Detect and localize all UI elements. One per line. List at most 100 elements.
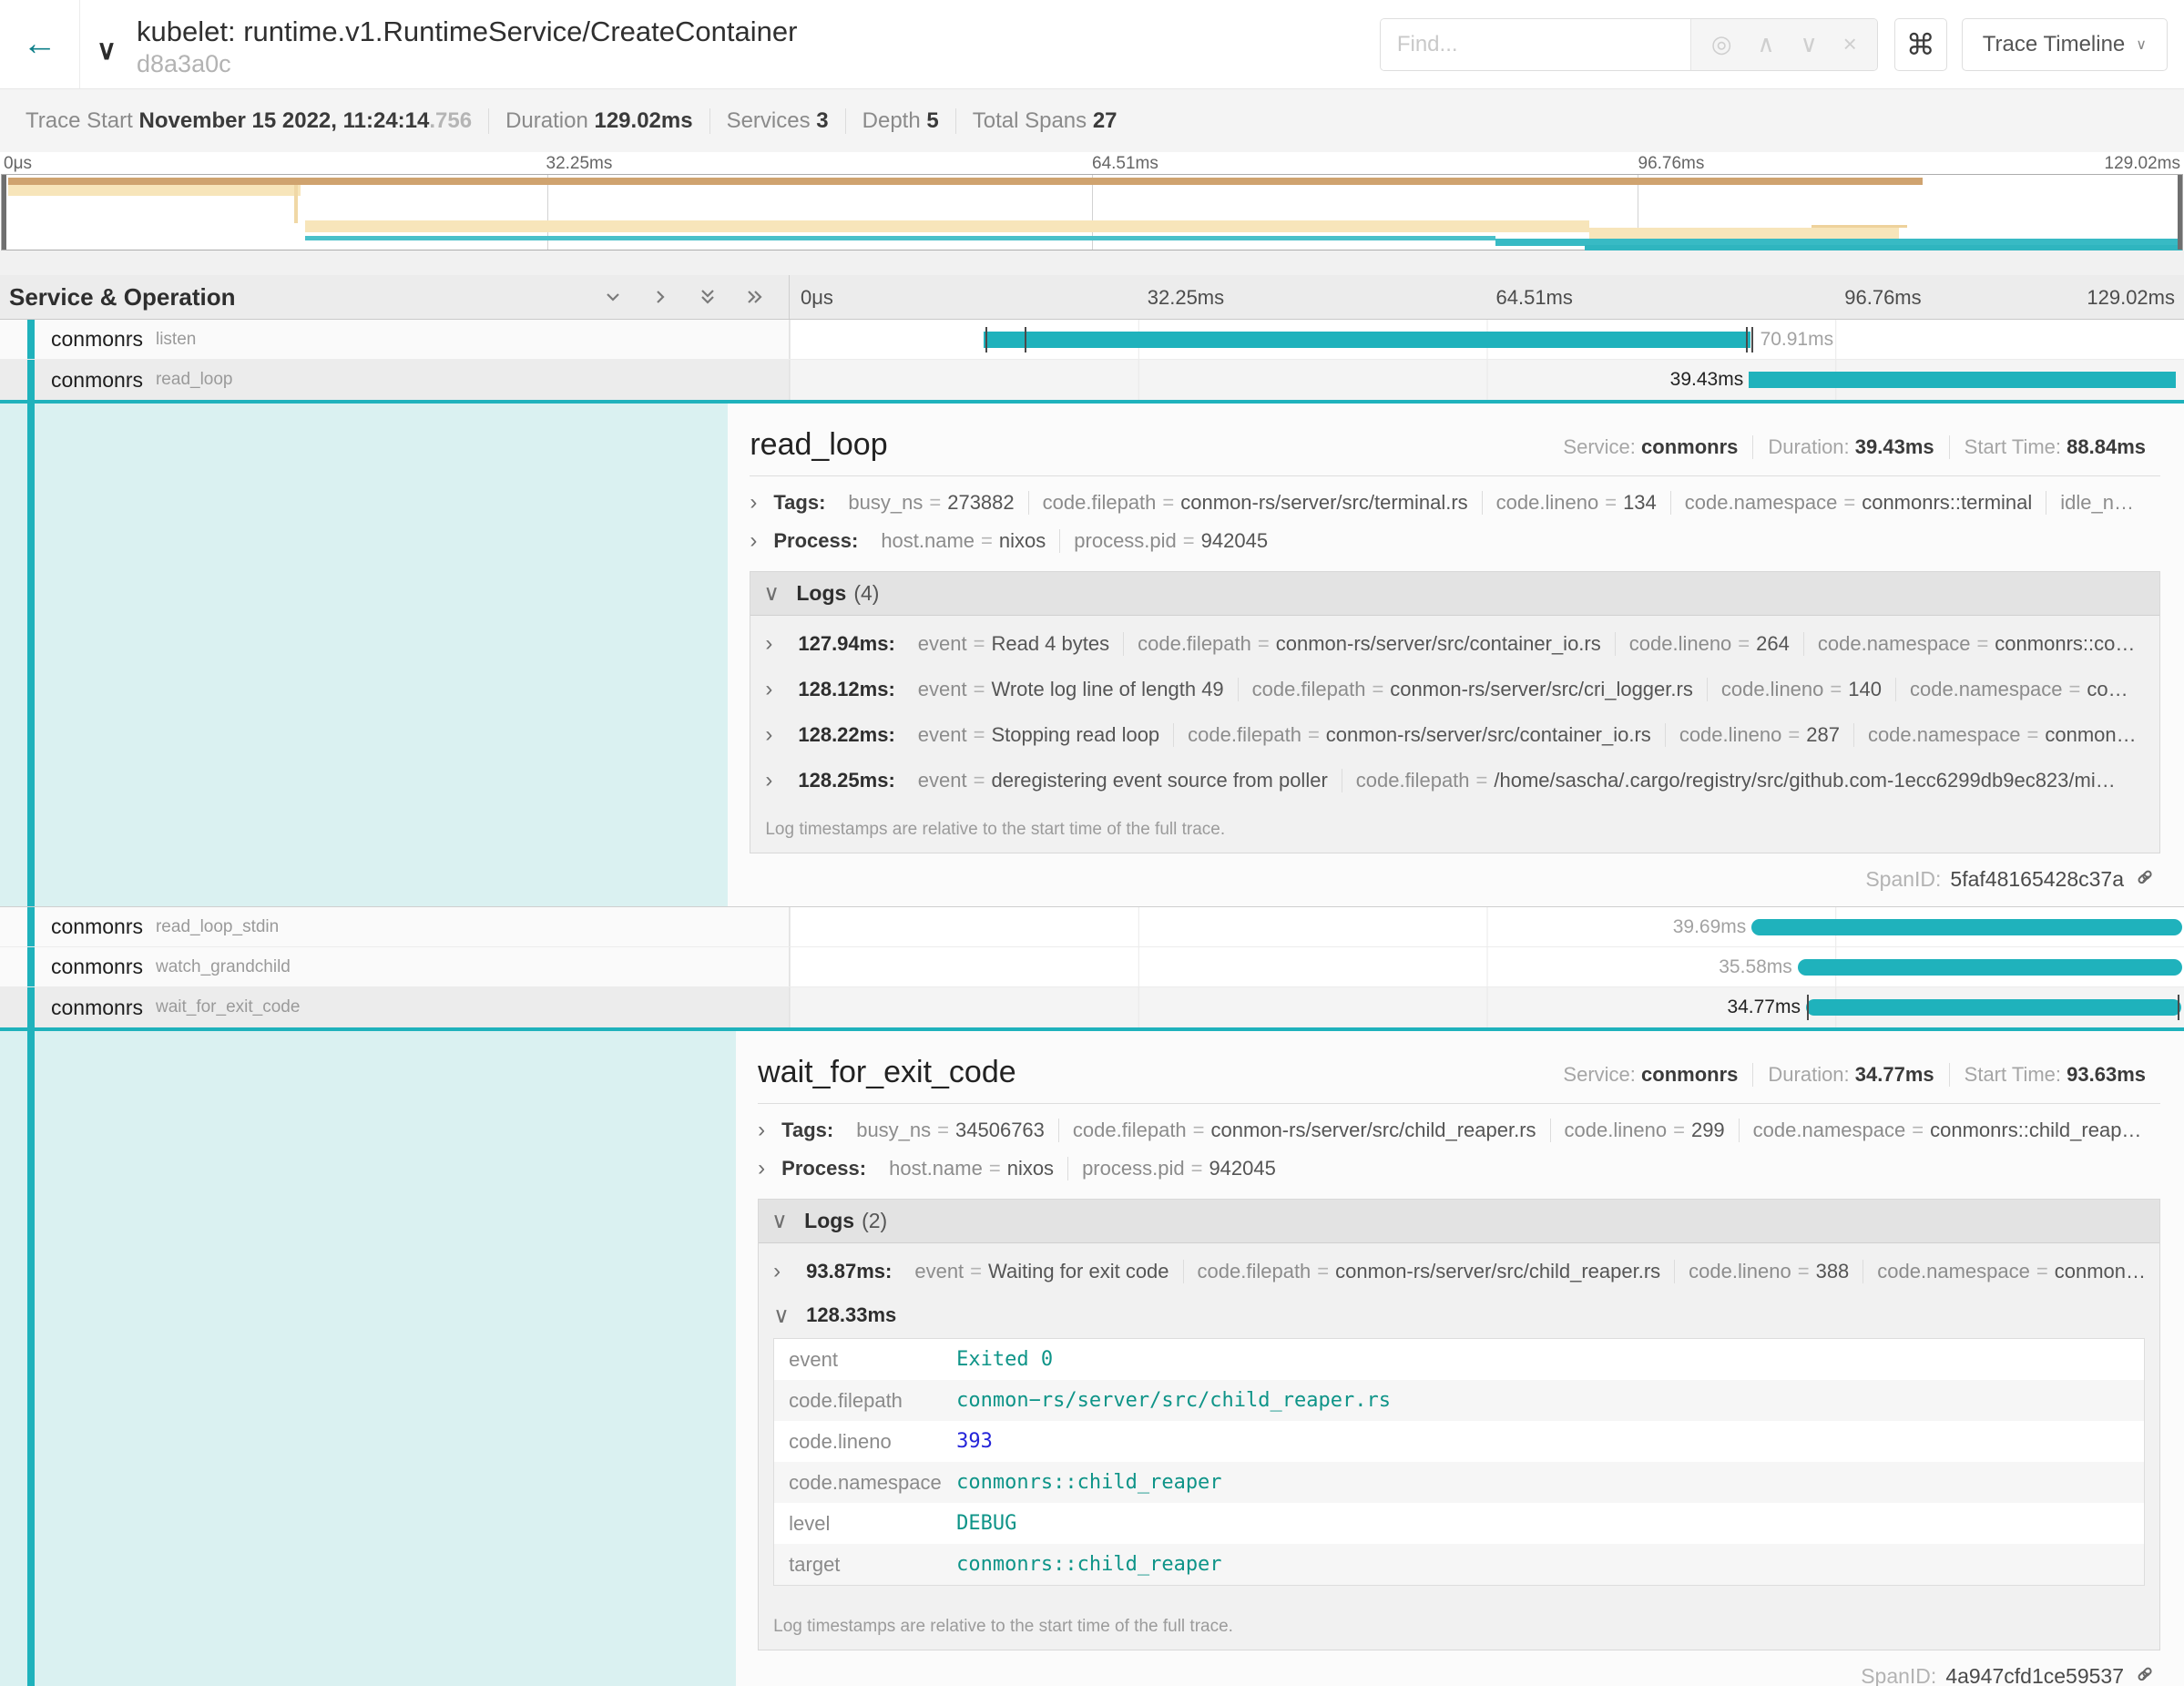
process-label: Process:	[781, 1157, 866, 1180]
span-name-cell[interactable]: conmonrs listen	[0, 320, 790, 359]
field-key: event	[774, 1348, 956, 1372]
command-icon: ⌘	[1906, 27, 1935, 62]
detail-header: read_loop Service: conmonrs Duration: 39…	[750, 404, 2160, 475]
tag-item: idle_n…	[2046, 491, 2160, 515]
chevron-right-icon[interactable]: ›	[750, 490, 773, 516]
chevron-down-icon: ∨	[2136, 36, 2147, 54]
span-name-cell[interactable]: conmonrs wait_for_exit_code	[0, 987, 790, 1027]
span-timeline-cell[interactable]: 39.43ms	[790, 360, 2184, 400]
expand-one-icon[interactable]	[650, 287, 670, 307]
span-row-read-loop[interactable]: conmonrs read_loop 39.43ms	[0, 360, 2184, 400]
span-name-cell[interactable]: conmonrs watch_grandchild	[0, 947, 790, 986]
detail-panel: wait_for_exit_code Service: conmonrs Dur…	[736, 1031, 2184, 1686]
logs-footnote: Log timestamps are relative to the start…	[759, 1602, 2159, 1650]
log-entry[interactable]: › 127.94ms: event=Read 4 bytescode.filep…	[750, 621, 2159, 667]
span-timeline-cell[interactable]: 34.77ms	[790, 987, 2184, 1027]
service-color-accent	[27, 320, 35, 359]
chevron-down-icon: ∨	[97, 35, 117, 66]
chevron-right-icon[interactable]: ›	[765, 677, 789, 702]
prev-match-icon[interactable]: ∧	[1758, 30, 1775, 58]
logs-body: › 127.94ms: event=Read 4 bytescode.filep…	[750, 616, 2159, 805]
next-match-icon[interactable]: ∨	[1801, 30, 1818, 58]
field-key: code.lineno	[774, 1430, 956, 1454]
service-color-accent	[27, 907, 35, 946]
find-input[interactable]	[1381, 19, 1690, 70]
span-bar[interactable]	[1806, 999, 2181, 1016]
log-marker	[1025, 327, 1026, 353]
back-button[interactable]: ←	[0, 0, 80, 88]
field-value: Exited 0	[956, 1348, 1053, 1371]
logs-label: Logs	[804, 1209, 854, 1233]
log-entry-expanded-header[interactable]: ∨ 128.33ms	[759, 1294, 2159, 1336]
minimap-ruler: 0μs 32.25ms 64.51ms 96.76ms 129.02ms	[0, 152, 2184, 174]
span-bar[interactable]	[1751, 919, 2182, 935]
service-color-accent	[27, 360, 35, 400]
deep-link-icon[interactable]	[2133, 1663, 2158, 1686]
log-field: code.lineno=264	[1615, 632, 1803, 656]
trace-duration: Duration 129.02ms	[488, 108, 709, 134]
chevron-right-icon[interactable]: ›	[765, 631, 789, 657]
field-value: conmonrs::child_reaper	[956, 1553, 1221, 1576]
trace-minimap[interactable]	[1, 174, 2183, 250]
span-bar[interactable]	[984, 332, 1750, 348]
minimap-span-bar	[8, 185, 301, 196]
process-item: process.pid=942045	[1067, 1157, 1290, 1180]
log-entry[interactable]: › 128.12ms: event=Wrote log line of leng…	[750, 667, 2159, 712]
minimap-span-bar	[1589, 228, 1899, 239]
ruler-tick: 64.51ms	[1092, 154, 1158, 174]
chevron-right-icon[interactable]: ›	[765, 722, 789, 748]
process-row[interactable]: › Process: host.name=nixosprocess.pid=94…	[750, 522, 2160, 560]
process-item: host.name=nixos	[867, 529, 1059, 553]
trace-depth: Depth 5	[845, 108, 955, 134]
span-row-listen[interactable]: conmonrs listen 70.91ms	[0, 320, 2184, 360]
detail-panel: read_loop Service: conmonrs Duration: 39…	[728, 404, 2184, 906]
page-title: kubelet: runtime.v1.RuntimeService/Creat…	[137, 15, 1380, 48]
span-bar[interactable]	[1798, 959, 2183, 976]
clear-find-icon[interactable]: ×	[1843, 30, 1857, 58]
table-row: code.namespace conmonrs::child_reaper	[774, 1462, 2144, 1503]
log-entry[interactable]: › 128.22ms: event=Stopping read loopcode…	[750, 712, 2159, 758]
trace-collapse-toggle[interactable]: ∨	[80, 35, 133, 66]
chevron-right-icon[interactable]: ›	[765, 768, 789, 793]
expand-all-icon[interactable]	[745, 287, 765, 307]
tick-label: 32.25ms	[1148, 286, 1224, 310]
focus-match-icon[interactable]: ◎	[1711, 30, 1732, 58]
collapse-one-icon[interactable]	[603, 287, 623, 307]
chevron-right-icon[interactable]: ›	[758, 1156, 781, 1181]
tag-item: code.filepath=conmon-rs/server/src/termi…	[1028, 491, 1482, 515]
deep-link-icon[interactable]	[2133, 866, 2158, 892]
field-key: level	[774, 1512, 956, 1536]
tags-row[interactable]: › Tags: busy_ns=34506763code.filepath=co…	[758, 1111, 2160, 1150]
collapse-all-icon[interactable]	[698, 287, 718, 307]
logs-section: ∨ Logs (4) › 127.94ms: event=Read 4 byte…	[750, 571, 2160, 853]
span-row-read-loop-stdin[interactable]: conmonrs read_loop_stdin 39.69ms	[0, 907, 2184, 947]
logs-header[interactable]: ∨ Logs (2)	[759, 1200, 2159, 1243]
detail-title: wait_for_exit_code	[758, 1055, 1016, 1090]
field-value: 393	[956, 1430, 993, 1453]
log-entry[interactable]: › 128.25ms: event=deregistering event so…	[750, 758, 2159, 803]
span-bar[interactable]	[1749, 372, 2175, 388]
logs-header[interactable]: ∨ Logs (4)	[750, 572, 2159, 616]
span-timeline-cell[interactable]: 39.69ms	[790, 907, 2184, 946]
span-row-watch-grandchild[interactable]: conmonrs watch_grandchild 35.58ms	[0, 947, 2184, 987]
span-timeline-cell[interactable]: 70.91ms	[790, 320, 2184, 359]
minimap-handle-left[interactable]	[2, 175, 6, 250]
ruler-tick: 96.76ms	[1638, 154, 1705, 174]
span-name-cell[interactable]: conmonrs read_loop	[0, 360, 790, 400]
trace-view-selector[interactable]: Trace Timeline ∨	[1962, 18, 2168, 71]
trace-meta-bar: Trace Start November 15 2022, 11:24:14.7…	[0, 88, 2184, 152]
span-name-cell[interactable]: conmonrs read_loop_stdin	[0, 907, 790, 946]
keyboard-shortcuts-button[interactable]: ⌘	[1894, 18, 1947, 71]
minimap-handle-right[interactable]	[2178, 175, 2182, 250]
log-field: code.lineno=140	[1707, 678, 1895, 701]
log-entry[interactable]: › 93.87ms: event=Waiting for exit codeco…	[759, 1249, 2159, 1294]
chevron-right-icon[interactable]: ›	[758, 1118, 781, 1143]
table-row: event Exited 0	[774, 1339, 2144, 1380]
process-row[interactable]: › Process: host.name=nixosprocess.pid=94…	[758, 1150, 2160, 1188]
tags-row[interactable]: › Tags: busy_ns=273882code.filepath=conm…	[750, 484, 2160, 522]
chevron-right-icon[interactable]: ›	[750, 528, 773, 554]
span-timeline-cell[interactable]: 35.58ms	[790, 947, 2184, 986]
chevron-right-icon[interactable]: ›	[773, 1259, 797, 1284]
detail-meta: Service: conmonrs Duration: 34.77ms Star…	[1548, 1063, 2160, 1090]
span-row-wait-for-exit-code[interactable]: conmonrs wait_for_exit_code 34.77ms	[0, 987, 2184, 1027]
